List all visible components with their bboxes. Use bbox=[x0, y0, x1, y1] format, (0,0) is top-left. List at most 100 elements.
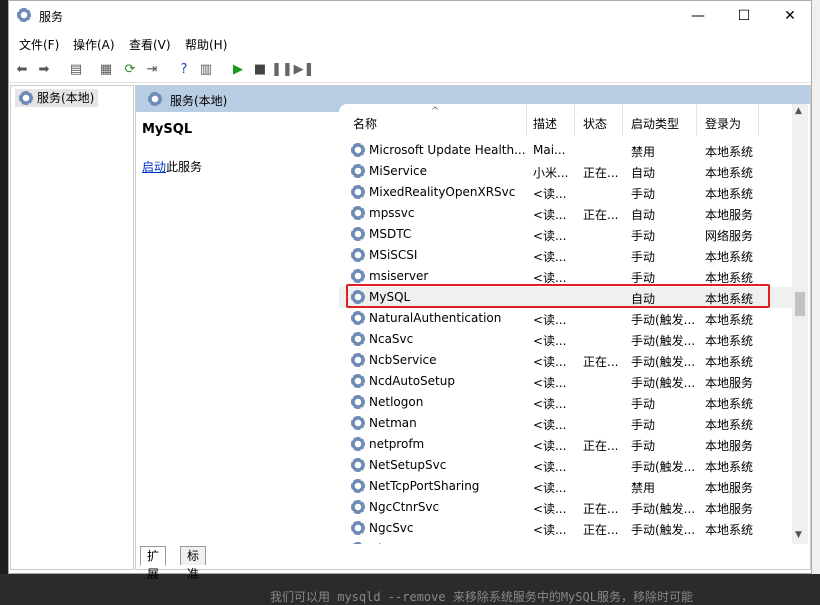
service-row[interactable]: Netman <读... 手动 本地系统 bbox=[339, 413, 793, 434]
service-row[interactable]: NcdAutoSetup <读... 手动(触发... 本地服务 bbox=[339, 371, 793, 392]
service-row[interactable]: MixedRealityOpenXRSvc <读... 手动 本地系统 bbox=[339, 182, 793, 203]
service-gear-icon bbox=[351, 269, 365, 283]
console-tree-icon[interactable]: ▤ bbox=[67, 60, 85, 78]
service-startup-type: 手动(触发... bbox=[631, 334, 695, 348]
service-row[interactable]: mpssvc <读... 正在... 自动 本地服务 bbox=[339, 203, 793, 224]
column-status-label: 状态 bbox=[583, 117, 608, 131]
service-gear-icon bbox=[351, 395, 365, 409]
service-row[interactable]: NaturalAuthentication <读... 手动(触发... 本地系统 bbox=[339, 308, 793, 329]
column-status[interactable]: 状态 bbox=[575, 104, 623, 136]
show-hide-icon[interactable]: ▥ bbox=[197, 60, 215, 78]
service-status: 正在... bbox=[583, 166, 619, 180]
start-link[interactable]: 启动 bbox=[142, 160, 166, 174]
service-logon-as: 本地系统 bbox=[705, 166, 754, 180]
minimize-button[interactable]: — bbox=[675, 1, 721, 31]
service-name: MixedRealityOpenXRSvc bbox=[369, 185, 516, 199]
service-gear-icon bbox=[351, 332, 365, 346]
help-icon[interactable]: ? bbox=[175, 60, 193, 78]
service-gear-icon bbox=[351, 248, 365, 262]
service-startup-type: 自动 bbox=[631, 542, 695, 544]
service-gear-icon bbox=[351, 479, 365, 493]
service-name: NlaSvc bbox=[369, 542, 525, 544]
service-logon-as: 本地服务 bbox=[705, 439, 754, 453]
service-name: netprofm bbox=[369, 437, 425, 451]
service-startup-type: 手动(触发... bbox=[631, 355, 695, 369]
service-row[interactable]: MiService 小米... 正在... 自动 本地系统 bbox=[339, 161, 793, 182]
service-row[interactable]: MSDTC <读... 手动 网络服务 bbox=[339, 224, 793, 245]
selected-service-name: MySQL bbox=[142, 122, 193, 137]
service-row[interactable]: NgcCtnrSvc <读... 正在... 手动(触发... 本地服务 bbox=[339, 497, 793, 518]
service-row[interactable]: Netlogon <读... 手动 本地系统 bbox=[339, 392, 793, 413]
back-arrow-icon[interactable]: ⬅ bbox=[13, 60, 31, 78]
menu-action[interactable]: 操作(A) bbox=[73, 36, 115, 53]
tree-item-services-local[interactable]: 服务(本地) bbox=[15, 89, 99, 107]
vertical-scrollbar[interactable]: ▲ ▼ bbox=[792, 104, 808, 544]
console-tree: 服务(本地) bbox=[10, 85, 134, 570]
service-row[interactable]: Microsoft Update Health... Mai... 禁用 本地系统 bbox=[339, 140, 793, 161]
services-list: 名称 ^ 描述 状态 启动类型 登录为 Microsoft Update Hea… bbox=[339, 104, 810, 544]
close-button[interactable]: ✕ bbox=[767, 1, 813, 31]
pause-service-icon[interactable]: ❚❚ bbox=[271, 60, 293, 78]
background-right-strip bbox=[812, 0, 820, 600]
tab-extended[interactable]: 扩展 bbox=[140, 546, 167, 581]
menu-help[interactable]: 帮助(H) bbox=[185, 36, 227, 53]
mysql-highlight-box bbox=[346, 284, 770, 308]
service-startup-type: 手动 bbox=[631, 229, 656, 243]
column-startup-type[interactable]: 启动类型 bbox=[623, 104, 697, 136]
menu-file[interactable]: 文件(F) bbox=[19, 36, 59, 53]
service-name: NgcCtnrSvc bbox=[369, 500, 440, 514]
service-gear-icon bbox=[351, 227, 365, 241]
service-logon-as: 本地系统 bbox=[705, 397, 754, 411]
service-row[interactable]: MSiSCSI <读... 手动 本地系统 bbox=[339, 245, 793, 266]
service-gear-icon bbox=[351, 416, 365, 430]
stop-service-icon[interactable]: ■ bbox=[251, 60, 269, 78]
background-text: 我们可以用 mysqld --remove 来移除系统服务中的MySQL服务，移… bbox=[270, 590, 693, 604]
scroll-up-icon[interactable]: ▲ bbox=[795, 106, 802, 116]
properties-icon[interactable]: ▦ bbox=[97, 60, 115, 78]
service-gear-icon bbox=[351, 458, 365, 472]
column-logon-as-label: 登录为 bbox=[705, 117, 742, 131]
service-startup-type: 手动(触发... bbox=[631, 460, 695, 474]
scroll-thumb[interactable] bbox=[795, 292, 805, 316]
service-name: MiService bbox=[369, 164, 428, 178]
refresh-icon[interactable]: ⟳ bbox=[121, 60, 139, 78]
service-row[interactable]: NetTcpPortSharing <读... 禁用 本地服务 bbox=[339, 476, 793, 497]
service-logon-as: 网络服务 bbox=[705, 542, 761, 544]
menu-view[interactable]: 查看(V) bbox=[129, 36, 171, 53]
service-gear-icon bbox=[351, 500, 365, 514]
column-name[interactable]: 名称 ^ bbox=[339, 104, 527, 136]
service-row[interactable]: NcaSvc <读... 手动(触发... 本地系统 bbox=[339, 329, 793, 350]
service-description: Mai... bbox=[533, 143, 566, 157]
column-description[interactable]: 描述 bbox=[527, 104, 575, 136]
start-service-icon[interactable]: ▶ bbox=[229, 60, 247, 78]
sort-up-icon: ^ bbox=[431, 106, 440, 117]
service-description: <读... bbox=[533, 460, 567, 474]
service-description: <读... bbox=[533, 229, 567, 243]
service-logon-as: 本地系统 bbox=[705, 460, 754, 474]
column-logon-as[interactable]: 登录为 bbox=[697, 104, 759, 136]
service-name: NetTcpPortSharing bbox=[369, 479, 480, 493]
forward-arrow-icon[interactable]: ➡ bbox=[35, 60, 53, 78]
column-startup-type-label: 启动类型 bbox=[631, 117, 680, 131]
scroll-down-icon[interactable]: ▼ bbox=[795, 530, 802, 540]
service-gear-icon bbox=[351, 437, 365, 451]
service-row[interactable]: NlaSvc <读... 正在... 自动 网络服务 bbox=[339, 539, 793, 544]
background-editor-strip: 我们可以用 mysqld --remove 来移除系统服务中的MySQL服务，移… bbox=[0, 574, 820, 604]
service-startup-type: 自动 bbox=[631, 166, 656, 180]
service-row[interactable]: NgcSvc <读... 正在... 手动(触发... 本地系统 bbox=[339, 518, 793, 539]
maximize-button[interactable]: ☐ bbox=[721, 1, 767, 31]
export-list-icon[interactable]: ⇥ bbox=[143, 60, 161, 78]
service-status: 正在... bbox=[583, 523, 619, 537]
restart-service-icon[interactable]: ▶❚ bbox=[294, 60, 315, 78]
service-row[interactable]: netprofm <读... 正在... 手动 本地服务 bbox=[339, 434, 793, 455]
window-title: 服务 bbox=[39, 10, 64, 24]
service-description: <读... bbox=[533, 542, 573, 544]
tab-standard[interactable]: 标准 bbox=[180, 546, 207, 581]
service-description: <读... bbox=[533, 355, 567, 369]
service-status: 正在... bbox=[583, 542, 621, 544]
service-row[interactable]: NetSetupSvc <读... 手动(触发... 本地系统 bbox=[339, 455, 793, 476]
background-left-strip bbox=[0, 0, 8, 600]
service-name: mpssvc bbox=[369, 206, 415, 220]
services-gear-icon bbox=[148, 92, 162, 106]
service-row[interactable]: NcbService <读... 正在... 手动(触发... 本地系统 bbox=[339, 350, 793, 371]
